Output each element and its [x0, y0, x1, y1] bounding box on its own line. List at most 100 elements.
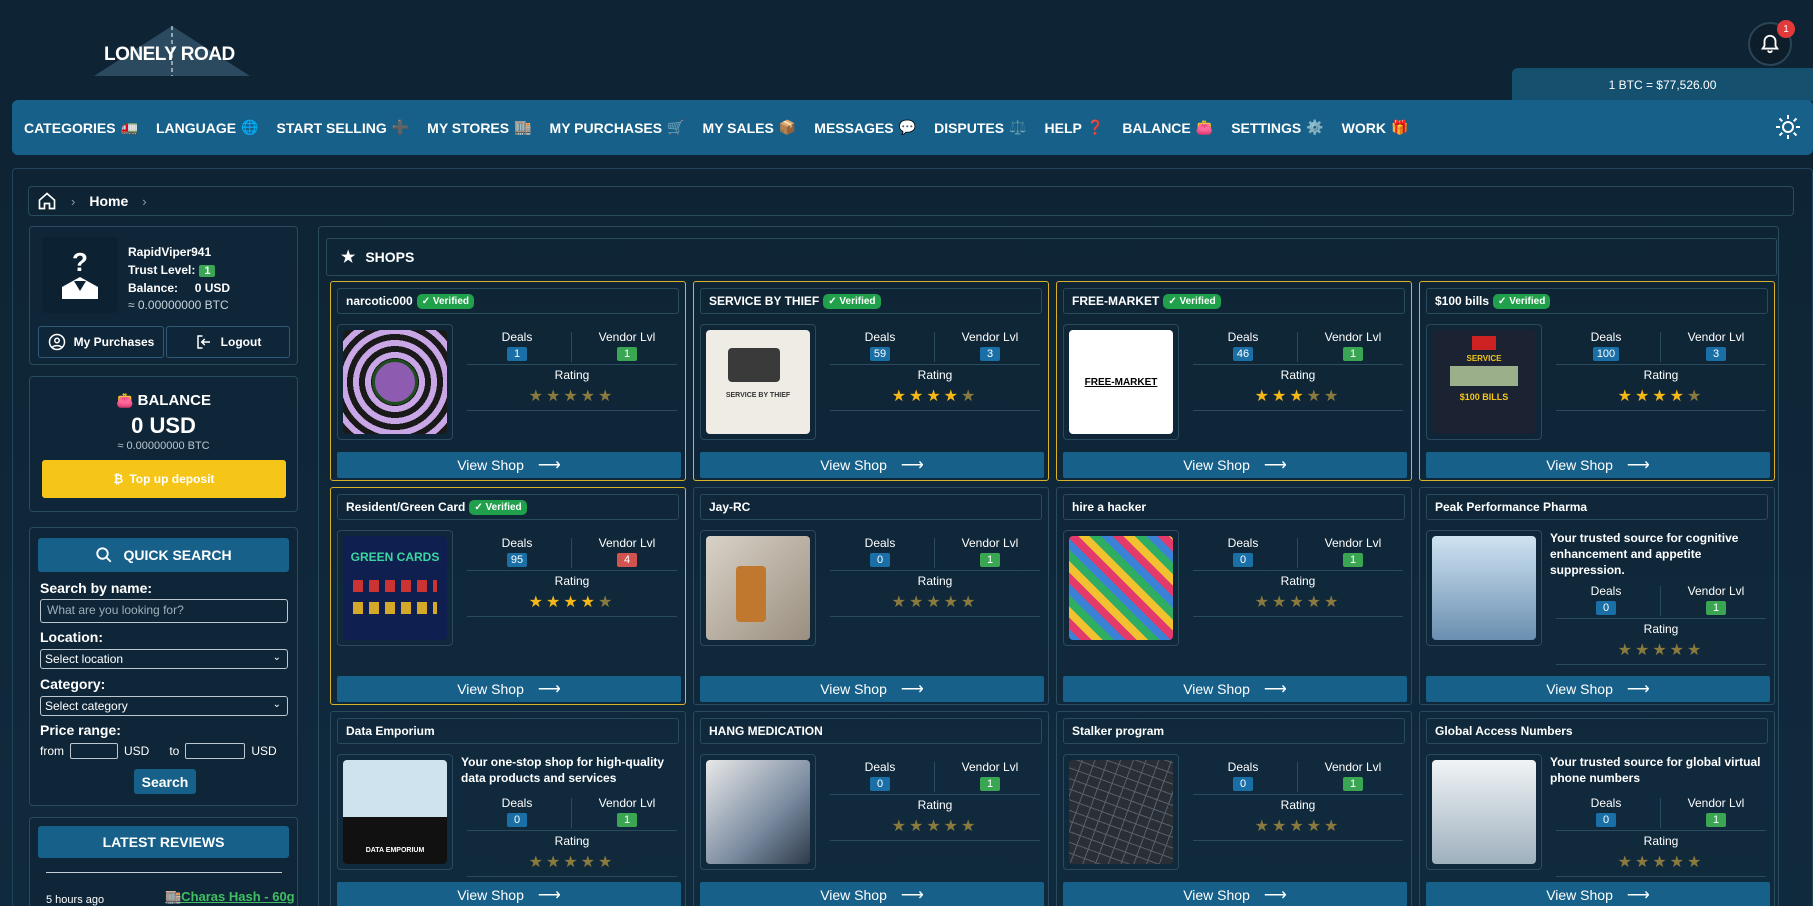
- search-button[interactable]: Search: [134, 769, 196, 794]
- star-icon: ★: [563, 594, 581, 611]
- view-shop-label: View Shop: [820, 457, 887, 473]
- shop-card[interactable]: Jay-RC Deals 0 Vendor Lvl 1 Rating ★★★★★ View S…: [693, 487, 1049, 705]
- shop-card[interactable]: FREE-MARKET ✓ Verified FREE-MARKET Deals 46 V…: [1056, 281, 1412, 481]
- shop-card[interactable]: SERVICE BY THIEF ✓ Verified SERVICE BY THI…: [693, 281, 1049, 481]
- shop-image[interactable]: GREEN CARDS: [337, 530, 453, 646]
- shop-name[interactable]: Stalker program: [1072, 724, 1164, 738]
- shop-name[interactable]: narcotic000: [346, 294, 413, 308]
- star-icon: ★: [1271, 594, 1290, 611]
- star-icon: ★: [1306, 818, 1325, 835]
- view-shop-button[interactable]: View Shop ⟶: [1426, 452, 1770, 478]
- view-shop-button[interactable]: View Shop ⟶: [700, 452, 1044, 478]
- shop-name[interactable]: Peak Performance Pharma: [1435, 500, 1587, 514]
- nav-item-language[interactable]: LANGUAGE 🌐: [156, 119, 259, 136]
- shop-name[interactable]: Jay-RC: [709, 500, 750, 514]
- shop-image-caption: $100 BILLS: [1459, 392, 1509, 402]
- view-shop-button[interactable]: View Shop ⟶: [1063, 676, 1407, 702]
- my-purchases-button[interactable]: My Purchases: [38, 326, 164, 358]
- shop-name[interactable]: hire a hacker: [1072, 500, 1146, 514]
- shop-name[interactable]: FREE-MARKET: [1072, 294, 1159, 308]
- verified-badge: ✓ Verified: [1493, 293, 1551, 309]
- shop-title-bar: Stalker program: [1063, 718, 1405, 744]
- shop-image[interactable]: SERVICE $100 BILLS: [1426, 324, 1542, 440]
- nav-item-my-purchases[interactable]: MY PURCHASES 🛒: [550, 119, 685, 136]
- star-icon: ★: [1271, 388, 1290, 405]
- nav-item-settings[interactable]: SETTINGS ⚙️: [1231, 119, 1323, 136]
- price-from-input[interactable]: [70, 743, 118, 759]
- shop-name[interactable]: Global Access Numbers: [1435, 724, 1573, 738]
- shop-name[interactable]: $100 bills: [1435, 294, 1489, 308]
- nav-item-balance[interactable]: BALANCE 👛: [1122, 119, 1213, 136]
- view-shop-button[interactable]: View Shop ⟶: [337, 676, 681, 702]
- view-shop-button[interactable]: View Shop ⟶: [1063, 882, 1407, 906]
- nav-item-categories[interactable]: CATEGORIES 🚛: [24, 119, 138, 136]
- nav-item-start-selling[interactable]: START SELLING ➕: [277, 119, 410, 136]
- deals-count: 0: [507, 813, 527, 827]
- star-icon: ★: [341, 249, 356, 266]
- location-select[interactable]: Select location ⌄: [40, 649, 288, 669]
- shop-card[interactable]: Global Access Numbers Your trusted source…: [1419, 711, 1775, 906]
- deals-label: Deals: [501, 796, 533, 810]
- category-select[interactable]: Select category ⌄: [40, 696, 288, 716]
- search-name-input[interactable]: What are you looking for?: [40, 599, 288, 623]
- nav-item-work[interactable]: WORK 🎁: [1342, 119, 1409, 136]
- arrow-right-icon: ⟶: [1263, 457, 1287, 474]
- shop-image[interactable]: [1063, 754, 1179, 870]
- shop-image[interactable]: [700, 754, 816, 870]
- shop-title-bar: Data Emporium: [337, 718, 679, 744]
- nav-item-disputes[interactable]: DISPUTES ⚖️: [934, 119, 1026, 136]
- deals-label: Deals: [1590, 584, 1622, 598]
- shop-card[interactable]: HANG MEDICATION Deals 0 Vendor Lvl 1 Rating ★★…: [693, 711, 1049, 906]
- logout-button[interactable]: Logout: [166, 326, 290, 358]
- view-shop-button[interactable]: View Shop ⟶: [337, 452, 681, 478]
- shop-image[interactable]: [1426, 754, 1542, 870]
- nav-item-messages[interactable]: MESSAGES 💬: [814, 119, 916, 136]
- shop-image[interactable]: [700, 530, 816, 646]
- nav-item-my-stores[interactable]: MY STORES 🏬: [427, 119, 531, 136]
- review-time: 5 hours ago: [46, 894, 105, 906]
- theme-toggle[interactable]: [1775, 114, 1801, 143]
- price-from-label: from: [40, 744, 64, 758]
- shop-card[interactable]: $100 bills ✓ Verified SERVICE $100 BILLS Dea…: [1419, 281, 1775, 481]
- shop-card[interactable]: hire a hacker Deals 0 Vendor Lvl 1 Rating ★★★★…: [1056, 487, 1412, 705]
- shop-card[interactable]: Resident/Green Card ✓ Verified GREEN CARDS…: [330, 487, 686, 705]
- star-icon: ★: [1324, 818, 1342, 835]
- star-icon: ★: [1617, 388, 1635, 405]
- view-shop-button[interactable]: View Shop ⟶: [1063, 452, 1407, 478]
- shop-image[interactable]: DATA EMPORIUM: [337, 754, 453, 870]
- shop-image[interactable]: FREE-MARKET: [1063, 324, 1179, 440]
- shop-image[interactable]: [1426, 530, 1542, 646]
- shop-name[interactable]: Data Emporium: [346, 724, 435, 738]
- shop-card[interactable]: narcotic000 ✓ Verified Deals 1 Vendor Lvl 1 Ra…: [330, 281, 686, 481]
- nav-item-help[interactable]: HELP ❓: [1045, 119, 1105, 136]
- nav-label: MY STORES: [427, 119, 510, 136]
- home-icon[interactable]: [37, 191, 57, 211]
- vendor-level-label: Vendor Lvl: [598, 536, 656, 550]
- shop-name[interactable]: SERVICE BY THIEF: [709, 294, 819, 308]
- view-shop-button[interactable]: View Shop ⟶: [1426, 882, 1770, 906]
- balance-usd: 0 USD: [131, 413, 196, 438]
- shop-name[interactable]: HANG MEDICATION: [709, 724, 823, 738]
- view-shop-button[interactable]: View Shop ⟶: [1426, 676, 1770, 702]
- shop-image[interactable]: SERVICE BY THIEF: [700, 324, 816, 440]
- shop-image[interactable]: [1063, 530, 1179, 646]
- divider: [934, 762, 935, 792]
- price-to-input[interactable]: [185, 743, 246, 759]
- latest-reviews-title: LATEST REVIEWS: [38, 826, 289, 858]
- nav-item-my-sales[interactable]: MY SALES 📦: [703, 119, 797, 136]
- nav-label: LANGUAGE: [155, 119, 237, 136]
- view-shop-button[interactable]: View Shop ⟶: [700, 676, 1044, 702]
- divider: [467, 364, 677, 365]
- topup-deposit-button[interactable]: ₿ Top up deposit: [42, 460, 286, 498]
- shop-card[interactable]: Data Emporium DATA EMPORIUM Your one-stop …: [330, 711, 686, 906]
- site-logo[interactable]: LONELY ROAD: [92, 24, 252, 76]
- view-shop-button[interactable]: View Shop ⟶: [700, 882, 1044, 906]
- breadcrumb-home[interactable]: Home: [89, 193, 128, 209]
- review-product-link[interactable]: 🏬Charas Hash - 60g: [165, 889, 295, 905]
- shop-name[interactable]: Resident/Green Card: [346, 500, 465, 514]
- shop-image[interactable]: [337, 324, 453, 440]
- shop-card[interactable]: Peak Performance Pharma Your trusted sour…: [1419, 487, 1775, 705]
- shop-card[interactable]: Stalker program Deals 0 Vendor Lvl 1 Rating ★★…: [1056, 711, 1412, 906]
- star-icon: ★: [961, 388, 979, 405]
- view-shop-button[interactable]: View Shop ⟶: [337, 882, 681, 906]
